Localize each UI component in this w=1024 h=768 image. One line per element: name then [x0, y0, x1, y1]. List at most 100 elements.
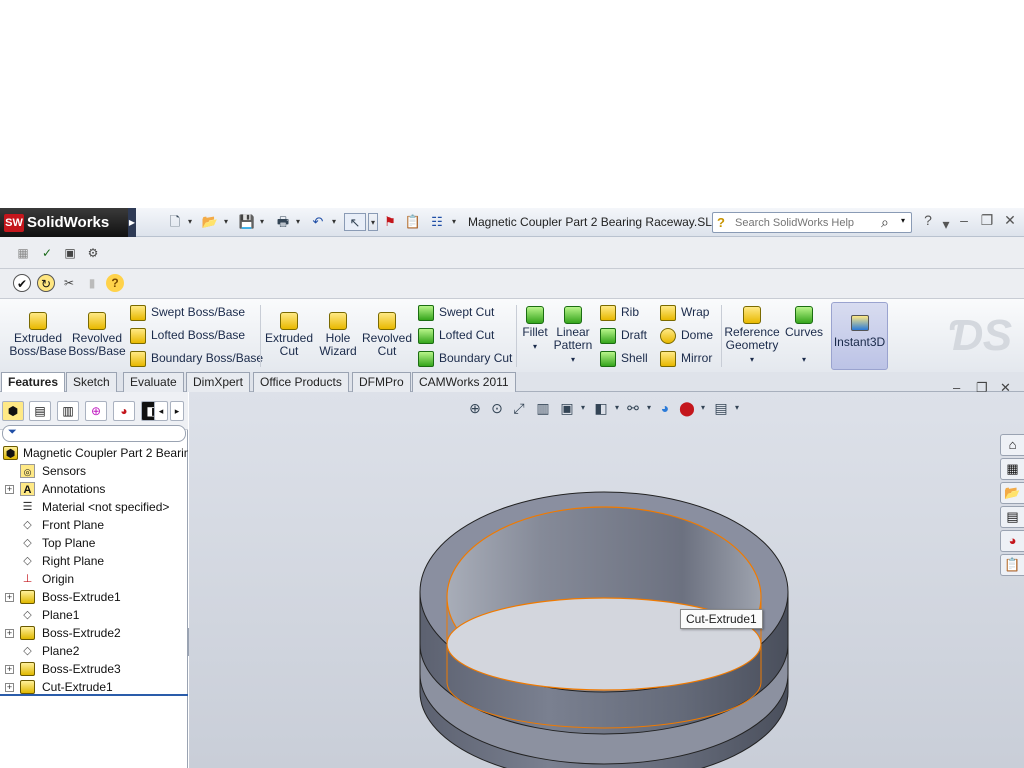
select-dropdown-icon[interactable]: ▾	[368, 213, 378, 231]
appearances-scenes-icon[interactable]: ◕	[1000, 530, 1024, 552]
design-library-icon[interactable]: ▦	[1000, 458, 1024, 480]
reference-geometry-button[interactable]: Reference Geometry ▾	[724, 306, 780, 366]
new-document-icon[interactable]: 🗋	[166, 213, 184, 231]
fillet-button[interactable]: Fillet ▾	[520, 306, 550, 353]
tab-sketch[interactable]: Sketch	[66, 372, 117, 392]
tab-office-products[interactable]: Office Products	[253, 372, 349, 392]
extruded-cut-button[interactable]: Extruded Cut	[263, 312, 315, 358]
search-dropdown-icon[interactable]: ▾	[901, 216, 905, 225]
part-model[interactable]	[189, 392, 1024, 768]
tab-features[interactable]: Features	[1, 372, 66, 393]
refgeom-dropdown-icon[interactable]: ▾	[750, 355, 754, 364]
open-folder-icon[interactable]: 📂	[201, 213, 219, 231]
lofted-cut-button[interactable]: Lofted Cut	[418, 325, 494, 345]
expand-icon[interactable]: +	[5, 485, 14, 494]
close-icon[interactable]: ✕	[1002, 212, 1018, 229]
tools-icon[interactable]: ✂	[60, 274, 78, 292]
extruded-boss-button[interactable]: Extruded Boss/Base	[8, 312, 68, 358]
tree-item-material[interactable]: ☰ Material <not specified>	[0, 498, 188, 516]
hole-wizard-button[interactable]: Hole Wizard	[316, 312, 360, 358]
grid-icon[interactable]: ▦	[14, 244, 32, 262]
select-pointer-icon[interactable]: ↖	[344, 213, 366, 231]
tree-item-boss-extrude1[interactable]: + Boss-Extrude1	[0, 588, 188, 606]
tree-root-part[interactable]: ⬢ Magnetic Coupler Part 2 Bearin	[0, 444, 188, 462]
property-manager-icon[interactable]: ▤	[29, 401, 51, 421]
new-dropdown-icon[interactable]: ▾	[186, 213, 194, 231]
save-icon[interactable]: 💾	[238, 213, 256, 231]
repair-sketch-icon[interactable]: ⚙	[84, 244, 102, 262]
rib-button[interactable]: Rib	[600, 302, 639, 322]
solidworks-logo[interactable]: SW SolidWorks	[0, 208, 128, 237]
menu-expand-arrow-icon[interactable]: ▶	[128, 208, 136, 237]
boundary-boss-button[interactable]: Boundary Boss/Base	[130, 348, 263, 368]
scroll-right-icon[interactable]: ▸	[170, 401, 184, 421]
display-manager-icon[interactable]: ◕	[113, 401, 135, 421]
viewport-minimize-icon[interactable]: –	[953, 380, 960, 395]
configuration-manager-icon[interactable]: ▥	[57, 401, 79, 421]
scroll-left-icon[interactable]: ◂	[154, 401, 168, 421]
swept-cut-button[interactable]: Swept Cut	[418, 302, 494, 322]
tab-dimxpert[interactable]: DimXpert	[186, 372, 251, 392]
tree-item-front-plane[interactable]: ◇ Front Plane	[0, 516, 188, 534]
help-icon[interactable]: ?	[106, 274, 124, 292]
tree-item-annotations[interactable]: + A Annotations	[0, 480, 188, 498]
curves-dropdown-icon[interactable]: ▾	[802, 355, 806, 364]
options-dropdown-icon[interactable]: ▾	[450, 213, 458, 231]
rebuild-traffic-light-icon[interactable]: ⚑	[382, 213, 398, 231]
rebuild-icon[interactable]: ↻	[37, 274, 55, 292]
expand-icon[interactable]: +	[5, 683, 14, 692]
draft-button[interactable]: Draft	[600, 325, 647, 345]
help-dropdown-icon[interactable]: ▾	[938, 216, 954, 233]
graphics-viewport[interactable]	[189, 392, 1024, 768]
linear-pattern-button[interactable]: Linear Pattern ▾	[553, 306, 593, 366]
tree-filter-field[interactable]: ⏷	[2, 425, 186, 442]
viewport-restore-icon[interactable]: ❐	[976, 380, 988, 396]
print-dropdown-icon[interactable]: ▾	[294, 213, 302, 231]
tree-item-boss-extrude3[interactable]: + Boss-Extrude3	[0, 660, 188, 678]
file-properties-icon[interactable]: 📋	[404, 213, 422, 231]
tree-item-boss-extrude2[interactable]: + Boss-Extrude2	[0, 624, 188, 642]
revolved-cut-button[interactable]: Revolved Cut	[361, 312, 413, 358]
zoom-to-area-icon[interactable]: ⊙	[488, 398, 506, 418]
file-explorer-icon[interactable]: 📂	[1000, 482, 1024, 504]
open-dropdown-icon[interactable]: ▾	[222, 213, 230, 231]
dome-button[interactable]: Dome	[660, 325, 713, 345]
scene-dropdown-icon[interactable]: ▾	[694, 398, 712, 418]
boundary-cut-button[interactable]: Boundary Cut	[418, 348, 512, 368]
expand-icon[interactable]: +	[5, 665, 14, 674]
fillet-dropdown-icon[interactable]: ▾	[533, 342, 537, 351]
view-settings-dropdown-icon[interactable]: ▾	[728, 398, 746, 418]
tab-camworks[interactable]: CAMWorks 2011	[412, 372, 516, 392]
tree-item-right-plane[interactable]: ◇ Right Plane	[0, 552, 188, 570]
tab-evaluate[interactable]: Evaluate	[123, 372, 184, 392]
viewport-close-icon[interactable]: ✕	[1000, 380, 1011, 396]
solidworks-resources-icon[interactable]: ⌂	[1000, 434, 1024, 456]
custom-properties-icon[interactable]: 📋	[1000, 554, 1024, 576]
edit-appearance-icon[interactable]: ◕	[656, 398, 674, 418]
expand-icon[interactable]: +	[5, 593, 14, 602]
curves-button[interactable]: Curves ▾	[784, 306, 824, 366]
sketch-relations-icon[interactable]: ▣	[61, 244, 79, 262]
lofted-boss-button[interactable]: Lofted Boss/Base	[130, 325, 245, 345]
options-icon[interactable]: ☷	[428, 213, 446, 231]
previous-view-icon[interactable]: ⤢	[510, 398, 528, 418]
help-search-box[interactable]: ? ⌕ ▾	[712, 212, 912, 233]
search-icon[interactable]: ⌕	[881, 214, 889, 231]
section-view-icon[interactable]: ▥	[534, 398, 552, 418]
expand-icon[interactable]: +	[5, 629, 14, 638]
help-button[interactable]: ?	[920, 212, 936, 228]
wrap-button[interactable]: Wrap	[660, 302, 709, 322]
print-icon[interactable]: 🖶	[274, 213, 292, 231]
instant3d-button[interactable]: Instant3D	[831, 302, 888, 370]
tree-item-cut-extrude1[interactable]: + Cut-Extrude1	[0, 678, 188, 696]
minimize-icon[interactable]: –	[956, 212, 972, 228]
view-palette-icon[interactable]: ▤	[1000, 506, 1024, 528]
tree-item-origin[interactable]: ⊥ Origin	[0, 570, 188, 588]
tree-item-top-plane[interactable]: ◇ Top Plane	[0, 534, 188, 552]
pattern-dropdown-icon[interactable]: ▾	[571, 355, 575, 364]
swept-boss-button[interactable]: Swept Boss/Base	[130, 302, 245, 322]
tree-item-plane1[interactable]: ◇ Plane1	[0, 606, 188, 624]
tree-item-plane2[interactable]: ◇ Plane2	[0, 642, 188, 660]
tree-item-sensors[interactable]: ◎ Sensors	[0, 462, 188, 480]
revolved-boss-button[interactable]: Revolved Boss/Base	[68, 312, 126, 358]
